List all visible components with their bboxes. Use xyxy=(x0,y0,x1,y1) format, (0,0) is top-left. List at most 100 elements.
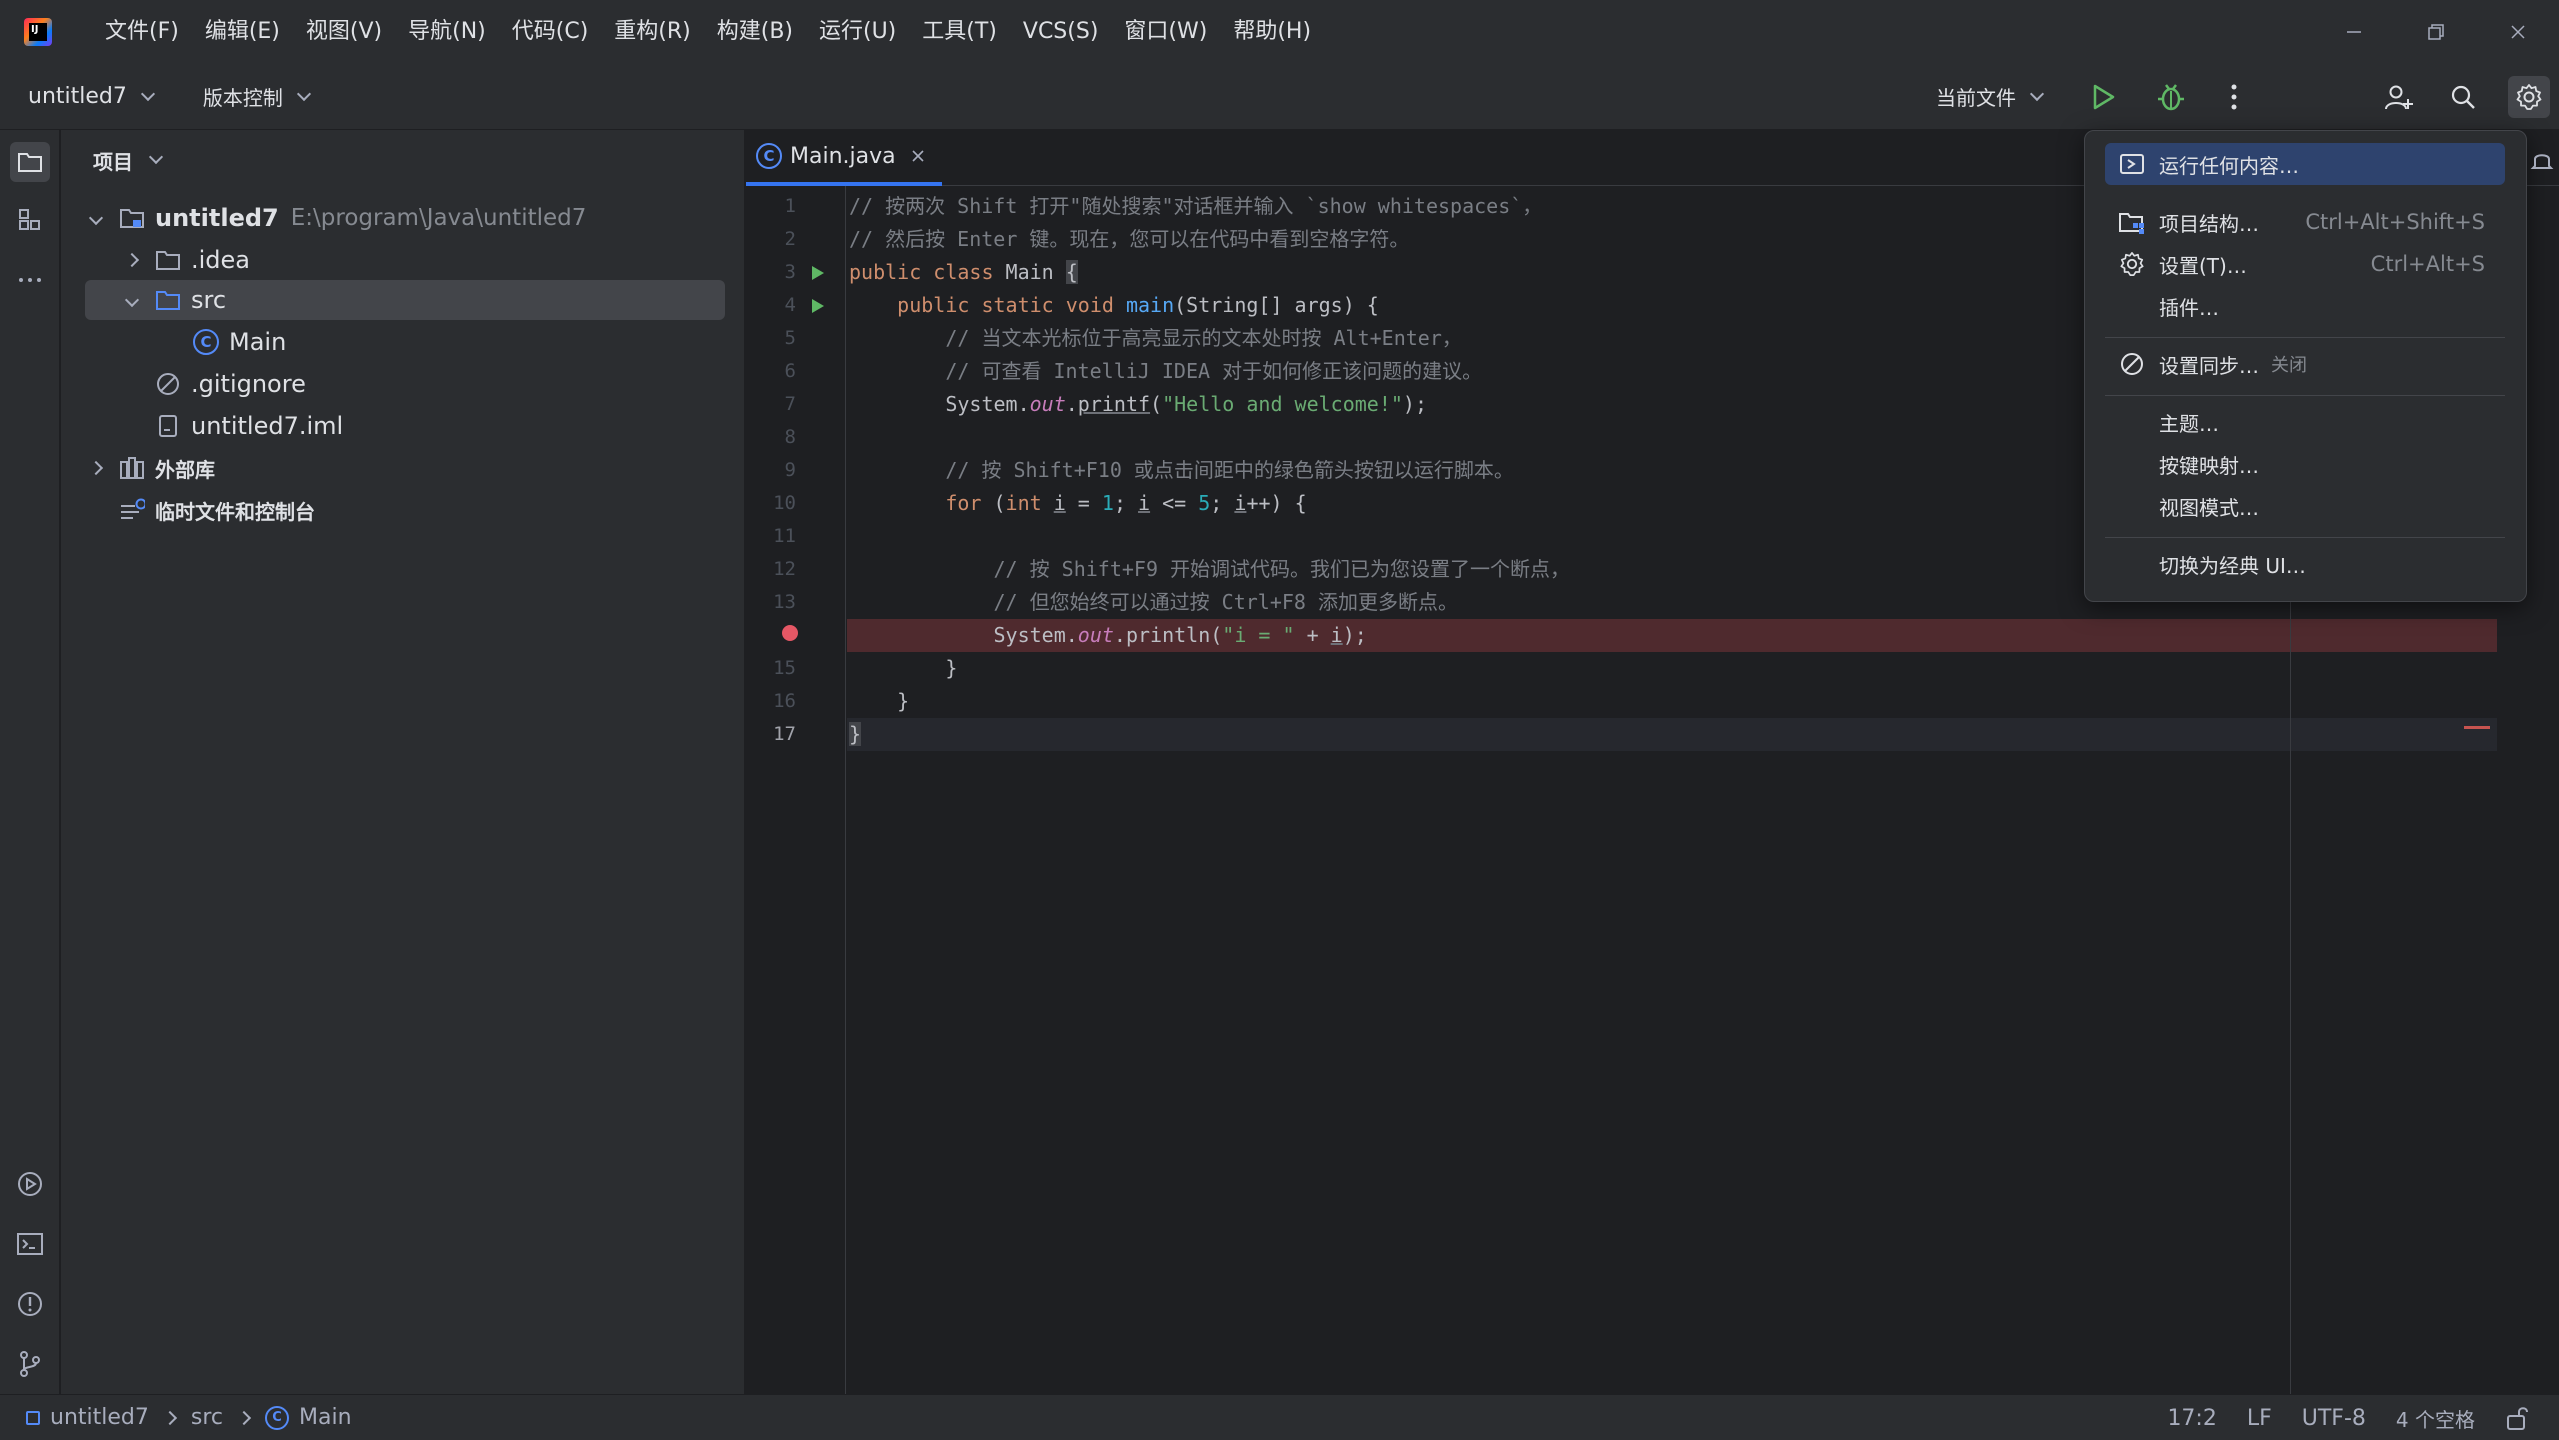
menu-separator xyxy=(2105,537,2505,538)
run-tool-button[interactable] xyxy=(12,1166,48,1202)
restore-button[interactable] xyxy=(2395,0,2477,64)
menu-edit[interactable]: 编辑(E) xyxy=(192,0,293,64)
menu-item-view-mode[interactable]: 视图模式… xyxy=(2105,485,2505,527)
line-number: 11 xyxy=(773,525,796,547)
menu-item-classic-ui[interactable]: 切换为经典 UI… xyxy=(2105,543,2505,585)
structure-icon xyxy=(19,209,40,230)
menu-item-project-structure-label: 项目结构… xyxy=(2159,211,2259,236)
menu-window[interactable]: 窗口(W) xyxy=(1111,0,1220,64)
code-brace: } xyxy=(945,656,958,680)
file-encoding[interactable]: UTF-8 xyxy=(2302,1406,2366,1431)
indent-setting[interactable]: 4 个空格 xyxy=(2396,1404,2475,1433)
java-class-icon: C xyxy=(756,143,782,169)
code-static-field: out xyxy=(1029,392,1066,416)
caret-position[interactable]: 17:2 xyxy=(2167,1406,2216,1431)
code-method-name: main xyxy=(1125,293,1175,317)
settings-button[interactable] xyxy=(2508,76,2550,118)
debug-icon xyxy=(2158,84,2184,111)
menu-item-plugins[interactable]: 插件… xyxy=(2105,285,2505,327)
run-anything-icon xyxy=(2117,152,2147,176)
menu-file[interactable]: 文件(F) xyxy=(92,0,192,64)
tree-item-root[interactable]: untitled7 E:\program\Java\untitled7 xyxy=(81,198,721,238)
run-button[interactable] xyxy=(2088,82,2118,118)
more-actions-button[interactable] xyxy=(2226,82,2242,118)
close-tab-icon[interactable] xyxy=(910,148,926,164)
editor-gutter[interactable]: 1 2 3 4 5 6 7 8 9 10 11 12 13 15 16 17 xyxy=(746,186,846,1394)
menu-separator xyxy=(2105,395,2505,396)
sync-disabled-icon xyxy=(2117,351,2147,377)
code-text: (String[] args) { xyxy=(1174,293,1379,317)
debug-button[interactable] xyxy=(2156,81,2186,119)
tree-item-iml[interactable]: untitled7.iml xyxy=(155,406,655,446)
code-string: "Hello and welcome!" xyxy=(1162,392,1403,416)
project-panel-title: 项目 xyxy=(93,149,133,174)
code-text: ); xyxy=(1402,392,1428,416)
code-comment: // 然后按 Enter 键。现在，您可以在代码中看到空格字符。 xyxy=(849,227,1410,251)
project-panel-header[interactable]: 项目 xyxy=(61,130,744,190)
tree-item-gitignore[interactable]: .gitignore xyxy=(155,364,655,404)
menu-item-theme[interactable]: 主题… xyxy=(2105,401,2505,443)
problems-tool-button[interactable] xyxy=(12,1286,48,1322)
code-brace: { xyxy=(1065,260,1078,284)
code-text: <= xyxy=(1150,491,1199,515)
breadcrumb-main[interactable]: Main xyxy=(299,1405,352,1430)
project-structure-icon xyxy=(2117,210,2147,234)
menu-view[interactable]: 视图(V) xyxy=(293,0,395,64)
menu-refactor[interactable]: 重构(R) xyxy=(601,0,703,64)
breadcrumb-project[interactable]: untitled7 xyxy=(50,1405,149,1430)
tab-main-java[interactable]: C Main.java xyxy=(746,130,942,186)
code-comment: // 按 Shift+F9 开始调试代码。我们已为您设置了一个断点， xyxy=(993,557,1571,581)
line-number: 5 xyxy=(784,327,796,349)
run-config-label: 当前文件 xyxy=(1936,86,2016,110)
code-text: System. xyxy=(945,392,1030,416)
menu-navigate[interactable]: 导航(N) xyxy=(395,0,499,64)
notifications-icon[interactable] xyxy=(2530,148,2554,174)
tree-scratches-label: 临时文件和控制台 xyxy=(155,499,315,524)
gear-icon xyxy=(2516,84,2542,110)
menu-item-theme-label: 主题… xyxy=(2159,411,2219,436)
git-tool-button[interactable] xyxy=(12,1346,48,1382)
menu-item-settings[interactable]: 设置(T)… Ctrl+Alt+S xyxy=(2105,243,2505,285)
tree-item-external-libs[interactable]: 外部库 xyxy=(81,448,681,488)
run-config-widget[interactable]: 当前文件 xyxy=(1936,82,2045,111)
menu-build[interactable]: 构建(B) xyxy=(704,0,806,64)
code-text: ( xyxy=(1150,392,1163,416)
minimize-button[interactable] xyxy=(2313,0,2395,64)
line-separator[interactable]: LF xyxy=(2247,1406,2272,1431)
breakpoint-icon[interactable] xyxy=(780,623,800,643)
menu-item-keymap[interactable]: 按键映射… xyxy=(2105,443,2505,485)
project-tool-button[interactable] xyxy=(10,142,50,182)
code-line: // 按 Shift+F10 或点击间距中的绿色箭头按钮以运行脚本。 xyxy=(847,454,2247,487)
tree-item-src[interactable]: src xyxy=(85,280,725,320)
line-number: 6 xyxy=(784,360,796,382)
run-gutter-icon[interactable] xyxy=(808,297,826,315)
search-everywhere-button[interactable] xyxy=(2448,82,2478,118)
breadcrumb: untitled7 src C Main xyxy=(26,1405,352,1430)
error-stripe-mark[interactable] xyxy=(2464,726,2490,729)
more-tools-button[interactable] xyxy=(12,262,48,298)
menu-vcs[interactable]: VCS(S) xyxy=(1010,0,1112,64)
menu-item-project-structure[interactable]: 项目结构… Ctrl+Alt+Shift+S xyxy=(2105,201,2505,243)
menu-item-run-anything[interactable]: 运行任何内容… xyxy=(2105,143,2505,185)
code-with-me-button[interactable] xyxy=(2384,82,2414,118)
breadcrumb-src[interactable]: src xyxy=(191,1405,223,1430)
menu-code[interactable]: 代码(C) xyxy=(499,0,602,64)
vcs-widget[interactable]: 版本控制 xyxy=(203,82,311,111)
menu-tools[interactable]: 工具(T) xyxy=(909,0,1010,64)
unlock-icon[interactable] xyxy=(2505,1405,2529,1431)
structure-tool-button[interactable] xyxy=(12,202,48,238)
module-folder-icon xyxy=(119,205,145,231)
run-gutter-icon[interactable] xyxy=(808,264,826,282)
code-text: ; xyxy=(1210,491,1235,515)
tree-item-idea[interactable]: .idea xyxy=(117,240,717,280)
close-window-button[interactable] xyxy=(2477,0,2559,64)
project-widget[interactable]: untitled7 xyxy=(28,84,155,109)
terminal-tool-button[interactable] xyxy=(12,1226,48,1262)
tree-item-main[interactable]: C Main xyxy=(193,322,693,362)
menu-item-settings-sync[interactable]: 设置同步… 关闭 xyxy=(2105,343,2505,385)
menu-help[interactable]: 帮助(H) xyxy=(1220,0,1324,64)
menu-run[interactable]: 运行(U) xyxy=(806,0,909,64)
tree-item-scratches[interactable]: 临时文件和控制台 xyxy=(119,490,719,530)
line-number: 4 xyxy=(784,294,796,316)
title-bar: 文件(F) 编辑(E) 视图(V) 导航(N) 代码(C) 重构(R) 构建(B… xyxy=(0,0,2559,64)
